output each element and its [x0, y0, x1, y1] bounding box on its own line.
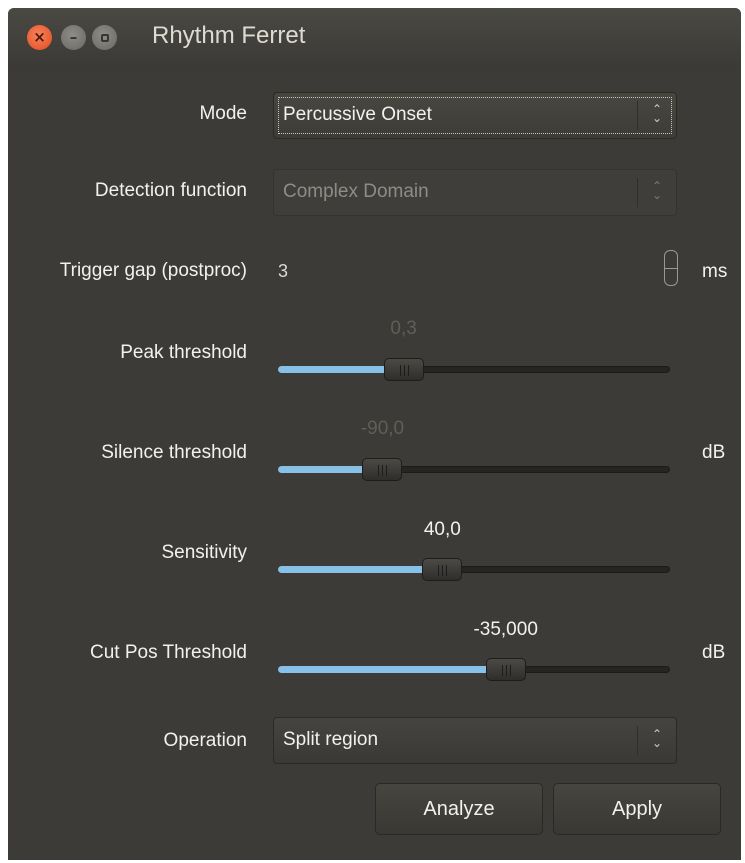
- grip-line: [509, 665, 511, 676]
- maximize-icon: [100, 33, 109, 42]
- minimize-window-button[interactable]: –: [61, 25, 86, 50]
- close-window-button[interactable]: ×: [27, 25, 52, 50]
- operation-selected-value: Split region: [283, 729, 379, 750]
- cut-pos-threshold-slider-handle[interactable]: [485, 658, 526, 681]
- trigger-gap-label: Trigger gap (postproc): [59, 260, 247, 281]
- operation-combobox[interactable]: Split region ⌃ ⌄: [273, 717, 677, 764]
- silence-threshold-value: -90,0: [360, 418, 405, 439]
- up-down-arrows-icon: ⌃ ⌄: [651, 102, 663, 125]
- grip-line: [378, 465, 380, 476]
- combo-separator: [637, 178, 638, 207]
- analyze-button[interactable]: Analyze: [375, 783, 543, 835]
- grip-line: [382, 465, 384, 476]
- sensitivity-fill: [278, 566, 443, 573]
- window-title: Rhythm Ferret: [152, 22, 306, 49]
- grip-line: [407, 365, 409, 376]
- apply-button[interactable]: Apply: [553, 783, 721, 835]
- grip-line: [386, 465, 388, 476]
- mode-combobox[interactable]: Percussive Onset ⌃ ⌄: [273, 92, 677, 139]
- trigger-gap-unit: ms: [702, 261, 728, 282]
- detection-function-label: Detection function: [94, 180, 247, 201]
- grip-line: [403, 365, 405, 376]
- trigger-gap-stepper[interactable]: [664, 250, 678, 286]
- peak-threshold-slider-handle[interactable]: [383, 358, 424, 381]
- cut-pos-threshold-value: -35,000: [473, 619, 538, 640]
- up-down-arrows-icon: ⌃ ⌄: [651, 727, 663, 750]
- grip-line: [501, 665, 503, 676]
- silence-threshold-slider-handle[interactable]: [362, 458, 403, 481]
- sensitivity-label: Sensitivity: [161, 542, 247, 563]
- close-icon: ×: [33, 28, 46, 46]
- grip-line: [399, 365, 401, 376]
- operation-label: Operation: [163, 730, 247, 751]
- cut-pos-threshold-fill: [278, 666, 506, 673]
- rhythm-ferret-window: × – Rhythm Ferret Mode Percussive Onset …: [8, 8, 741, 860]
- dialog-content: Mode Percussive Onset ⌃ ⌄ Detection funct…: [8, 68, 741, 860]
- combo-separator: [637, 101, 638, 130]
- up-down-arrows-icon: ⌃ ⌄: [651, 179, 663, 202]
- mode-label: Mode: [199, 103, 247, 124]
- title-bar[interactable]: × – Rhythm Ferret: [8, 8, 741, 68]
- grip-line: [442, 565, 444, 576]
- trigger-gap-input[interactable]: 3: [278, 261, 288, 282]
- grip-line: [438, 565, 440, 576]
- peak-threshold-label: Peak threshold: [120, 342, 247, 363]
- peak-threshold-value: 0,3: [390, 318, 417, 339]
- grip-line: [505, 665, 507, 676]
- sensitivity-value: 40,0: [423, 519, 461, 540]
- silence-threshold-label: Silence threshold: [101, 442, 247, 463]
- cut-pos-threshold-label: Cut Pos Threshold: [89, 642, 247, 663]
- maximize-window-button[interactable]: [92, 25, 117, 50]
- grip-line: [446, 565, 448, 576]
- stepper-divider: [665, 268, 677, 269]
- mode-selected-value: Percussive Onset: [283, 104, 432, 125]
- detection-function-selected-value: Complex Domain: [283, 181, 429, 202]
- combo-separator: [637, 726, 638, 755]
- sensitivity-slider-handle[interactable]: [422, 558, 463, 581]
- cut-pos-threshold-unit: dB: [702, 642, 726, 663]
- minimize-icon: –: [69, 28, 78, 46]
- detection-function-combobox[interactable]: Complex Domain ⌃ ⌄: [273, 169, 677, 216]
- silence-threshold-unit: dB: [702, 442, 726, 463]
